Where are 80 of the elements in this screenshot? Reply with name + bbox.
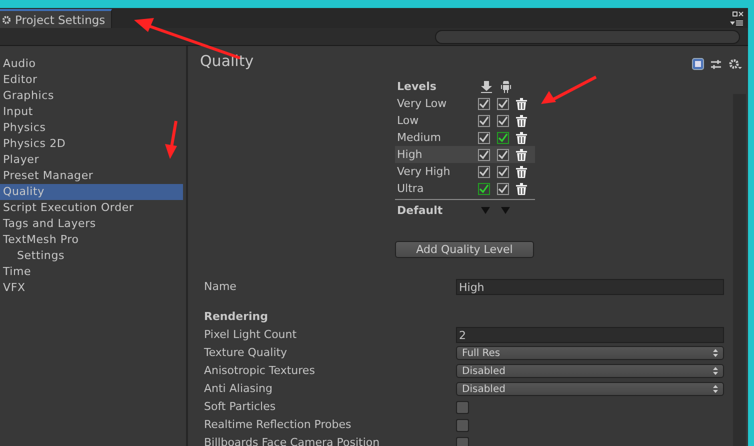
- sidebar-item[interactable]: Graphics: [0, 88, 183, 104]
- settings-icon[interactable]: [728, 58, 742, 70]
- sidebar-item[interactable]: Preset Manager: [0, 168, 183, 184]
- setting-label: Billboards Face Camera Position: [204, 435, 381, 446]
- section-heading: Rendering: [204, 309, 269, 325]
- level-row[interactable]: Low: [395, 112, 535, 129]
- setting-label: Soft Particles: [204, 399, 277, 415]
- sidebar-item[interactable]: Quality: [0, 184, 183, 200]
- download-icon: [481, 80, 492, 92]
- gear-icon: [2, 14, 11, 24]
- checkbox[interactable]: [496, 132, 509, 144]
- level-name: Very High: [397, 165, 452, 178]
- level-name: High: [397, 148, 424, 161]
- updown-icon: [713, 349, 718, 357]
- checkbox[interactable]: [496, 148, 509, 160]
- sidebar-item[interactable]: Script Execution Order: [0, 200, 183, 216]
- checkbox[interactable]: [496, 114, 509, 126]
- trash-icon[interactable]: [516, 114, 527, 126]
- dropdown[interactable]: Disabled: [456, 382, 724, 396]
- trash-icon[interactable]: [516, 148, 527, 160]
- checkbox[interactable]: [478, 182, 490, 194]
- checkbox[interactable]: [496, 182, 509, 194]
- setting-label: Anisotropic Textures: [204, 363, 316, 379]
- checkbox[interactable]: [478, 98, 490, 110]
- help-icon[interactable]: [692, 58, 704, 70]
- sidebar-item[interactable]: Time: [0, 264, 183, 280]
- sliders-icon[interactable]: [710, 58, 722, 70]
- add-quality-level-button[interactable]: Add Quality Level: [395, 241, 534, 258]
- menu-icon[interactable]: [730, 10, 744, 28]
- checkbox[interactable]: [478, 114, 490, 126]
- section-title: Quality: [200, 52, 254, 70]
- setting-label: Realtime Reflection Probes: [204, 417, 352, 433]
- sidebar-item[interactable]: Settings: [0, 248, 183, 264]
- level-name: Low: [397, 114, 420, 127]
- dropdown[interactable]: Full Res: [456, 346, 724, 360]
- checkbox[interactable]: [478, 148, 490, 160]
- level-row[interactable]: Medium: [395, 129, 535, 146]
- input-field[interactable]: High: [456, 279, 724, 295]
- updown-icon: [713, 385, 718, 393]
- sidebar-item[interactable]: VFX: [0, 280, 183, 296]
- annotation-arrow: [540, 75, 598, 107]
- trash-icon[interactable]: [516, 182, 527, 194]
- setting-label: Name: [204, 279, 238, 295]
- checkbox[interactable]: [496, 166, 509, 178]
- level-row[interactable]: High: [395, 146, 535, 163]
- checkbox[interactable]: [478, 166, 490, 178]
- checkbox[interactable]: [478, 132, 490, 144]
- levels-heading: Levels: [397, 80, 438, 93]
- input-field[interactable]: 2: [456, 327, 724, 343]
- annotation-arrow: [164, 120, 180, 160]
- sidebar-item[interactable]: Player: [0, 152, 183, 168]
- updown-icon: [713, 367, 718, 375]
- level-name: Medium: [397, 131, 442, 144]
- level-name: Very Low: [397, 97, 448, 110]
- checkbox[interactable]: [456, 418, 469, 432]
- checkbox[interactable]: [456, 436, 469, 446]
- sidebar-item[interactable]: Physics 2D: [0, 136, 183, 152]
- setting-label: Texture Quality: [204, 345, 288, 361]
- sidebar-item[interactable]: Tags and Layers: [0, 216, 183, 232]
- sidebar-item[interactable]: Input: [0, 104, 183, 120]
- level-name: Ultra: [397, 182, 425, 195]
- default-label: Default: [397, 204, 444, 217]
- trash-icon[interactable]: [516, 98, 527, 110]
- sidebar-item[interactable]: TextMesh Pro: [0, 232, 183, 248]
- sidebar-item[interactable]: Editor: [0, 72, 183, 88]
- setting-label: Pixel Light Count: [204, 327, 298, 343]
- level-row[interactable]: Ultra: [395, 180, 535, 197]
- search-field[interactable]: [435, 30, 740, 44]
- setting-label: Anti Aliasing: [204, 381, 274, 397]
- sidebar-item[interactable]: Audio: [0, 56, 183, 72]
- sidebar-item[interactable]: Physics: [0, 120, 183, 136]
- level-row[interactable]: Very High: [395, 163, 535, 180]
- checkbox[interactable]: [496, 98, 509, 110]
- android-icon: [501, 80, 511, 92]
- trash-icon[interactable]: [516, 132, 527, 144]
- dropdown[interactable]: Disabled: [456, 364, 724, 378]
- level-row[interactable]: Very Low: [395, 95, 535, 112]
- trash-icon[interactable]: [516, 166, 527, 178]
- checkbox[interactable]: [456, 400, 469, 414]
- window-tab[interactable]: Project Settings: [0, 9, 112, 28]
